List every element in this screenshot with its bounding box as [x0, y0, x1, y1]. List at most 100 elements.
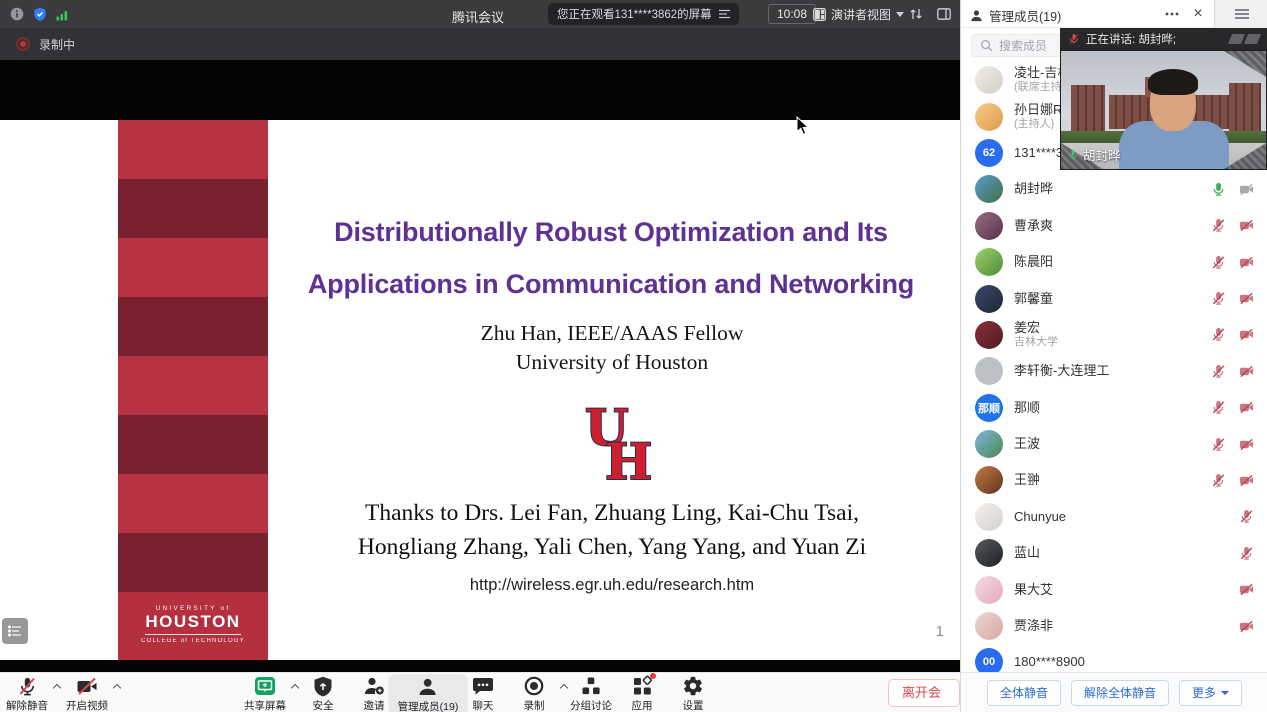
meeting-time: 10:08 [768, 4, 816, 24]
shield-icon[interactable] [33, 7, 47, 21]
member-name: 王翀 [1014, 473, 1040, 487]
speaker-video-thumbnail[interactable]: 胡封晔 [1060, 50, 1267, 170]
member-row[interactable]: 00 180****8900 [961, 644, 1267, 672]
member-row[interactable]: 贾涤非 [961, 608, 1267, 644]
slide-navigator-button[interactable] [2, 618, 28, 644]
mic-status-icon [1211, 400, 1226, 415]
mute-all-button[interactable]: 全体静音 [987, 680, 1061, 706]
side-panel-icon[interactable] [936, 6, 952, 22]
avatar: 00 [975, 648, 1003, 672]
chevron-down-icon [896, 12, 904, 17]
watching-screen-banner: 您正在观看131****3862的屏幕 [548, 3, 739, 25]
member-row[interactable]: 郭馨童 [961, 280, 1267, 316]
panel-more-button[interactable] [1161, 4, 1183, 24]
share-options-chevron[interactable] [291, 683, 300, 692]
members-panel-footer: 全体静音 解除全体静音 更多 [961, 672, 1267, 712]
mic-status-icon [1211, 182, 1226, 197]
member-row[interactable]: Chunyue [961, 499, 1267, 535]
watching-screen-text: 您正在观看131****3862的屏幕 [557, 6, 712, 22]
chat-bubble-icon [472, 675, 494, 697]
settings-button[interactable]: 设置 [682, 675, 704, 712]
camera-status-icon [1239, 473, 1254, 488]
unmute-all-button[interactable]: 解除全体静音 [1071, 680, 1169, 706]
member-row[interactable]: 李轩衡-大连理工 [961, 353, 1267, 389]
member-row[interactable]: 姜宏 吉林大学 [961, 317, 1267, 353]
info-icon[interactable] [10, 7, 24, 21]
avatar [975, 576, 1003, 604]
avatar [975, 430, 1003, 458]
active-speaker-bar: 正在讲话: 胡封晔; [1060, 28, 1267, 50]
slide-url: http://wireless.egr.uh.edu/research.htm [262, 576, 962, 595]
mic-status-icon [1239, 509, 1254, 524]
record-options-chevron[interactable] [560, 683, 569, 692]
active-speaker-label: 正在讲话: 胡封晔; [1086, 31, 1176, 47]
avatar [975, 248, 1003, 276]
view-mode-label: 演讲者视图 [831, 6, 891, 23]
settings-gear-icon [682, 675, 704, 697]
security-button[interactable]: 安全 [312, 675, 334, 712]
recording-dot-icon [16, 37, 30, 51]
mic-status-icon [1211, 218, 1226, 233]
camera-status-icon [1239, 291, 1254, 306]
member-row[interactable]: 陈晨阳 [961, 244, 1267, 280]
mic-status-icon [1211, 437, 1226, 452]
camera-status-icon [1239, 437, 1254, 452]
breakout-rooms-button[interactable]: 分组讨论 [570, 675, 612, 712]
outline-list-icon [8, 625, 22, 637]
member-name: 郭馨童 [1014, 292, 1053, 306]
avatar [975, 321, 1003, 349]
member-name: 果大艾 [1014, 583, 1053, 597]
record-button[interactable]: 录制 [523, 675, 545, 712]
mic-status-icon [1211, 364, 1226, 379]
mic-status-icon [1211, 327, 1226, 342]
apps-notification-dot [650, 673, 656, 679]
unmute-options-chevron[interactable] [53, 683, 62, 692]
share-screen-icon [254, 675, 276, 697]
security-shield-icon [313, 676, 333, 697]
camera-off-icon [76, 675, 98, 697]
mic-status-icon [1211, 255, 1226, 270]
share-screen-button[interactable]: 共享屏幕 [244, 675, 286, 712]
member-row[interactable]: 王波 [961, 426, 1267, 462]
mic-status-icon [1239, 546, 1254, 561]
avatar [975, 357, 1003, 385]
slide-acknowledgements: Thanks to Drs. Lei Fan, Zhuang Ling, Kai… [222, 496, 1002, 564]
member-name: 王波 [1014, 437, 1040, 451]
presentation-slide: UNIVERSITY of HOUSTON COLLEGE of TECHNOL… [0, 120, 960, 660]
invite-button[interactable]: 邀请 [363, 675, 385, 712]
member-name: 李轩衡-大连理工 [1014, 364, 1109, 378]
member-row[interactable]: 蓝山 [961, 535, 1267, 571]
breakout-squares-icon [580, 675, 602, 697]
chat-button[interactable]: 聊天 [472, 675, 494, 712]
member-name: 胡封晔 [1014, 182, 1053, 196]
more-actions-button[interactable]: 更多 [1179, 680, 1242, 706]
record-circle-icon [523, 675, 545, 697]
member-row[interactable]: 曹承爽 [961, 208, 1267, 244]
window-menu-button[interactable] [1214, 0, 1267, 28]
leave-meeting-button[interactable]: 离开会议 [888, 679, 960, 707]
app-title: 腾讯会议 [418, 7, 538, 26]
camera-status-icon [1239, 400, 1254, 415]
swap-layout-icon[interactable] [908, 6, 924, 22]
camera-status-icon [1239, 218, 1254, 233]
unmute-button[interactable]: 解除静音 [6, 675, 48, 712]
avatar: 62 [975, 139, 1003, 167]
member-row[interactable]: 王翀 [961, 462, 1267, 498]
member-name: 蓝山 [1014, 546, 1040, 560]
member-row[interactable]: 果大艾 [961, 571, 1267, 607]
recording-indicator: 录制中 [0, 28, 960, 60]
apps-button[interactable]: 应用 [631, 675, 653, 712]
mic-on-icon [1067, 149, 1079, 161]
member-row[interactable]: 那顺 那顺 [961, 390, 1267, 426]
network-signal-icon[interactable] [56, 8, 68, 21]
banner-menu-icon[interactable] [719, 9, 730, 19]
view-mode-button[interactable]: 演讲者视图 [813, 6, 904, 23]
svg-text:H: H [605, 432, 652, 489]
panel-close-button[interactable]: × [1187, 3, 1209, 25]
member-row[interactable]: 胡封晔 [961, 171, 1267, 207]
manage-members-button[interactable]: 管理成员(19) [389, 674, 468, 712]
muted-mic-icon [1068, 33, 1080, 45]
camera-status-icon [1239, 364, 1254, 379]
start-video-button[interactable]: 开启视频 [66, 675, 108, 712]
video-options-chevron[interactable] [113, 683, 122, 692]
